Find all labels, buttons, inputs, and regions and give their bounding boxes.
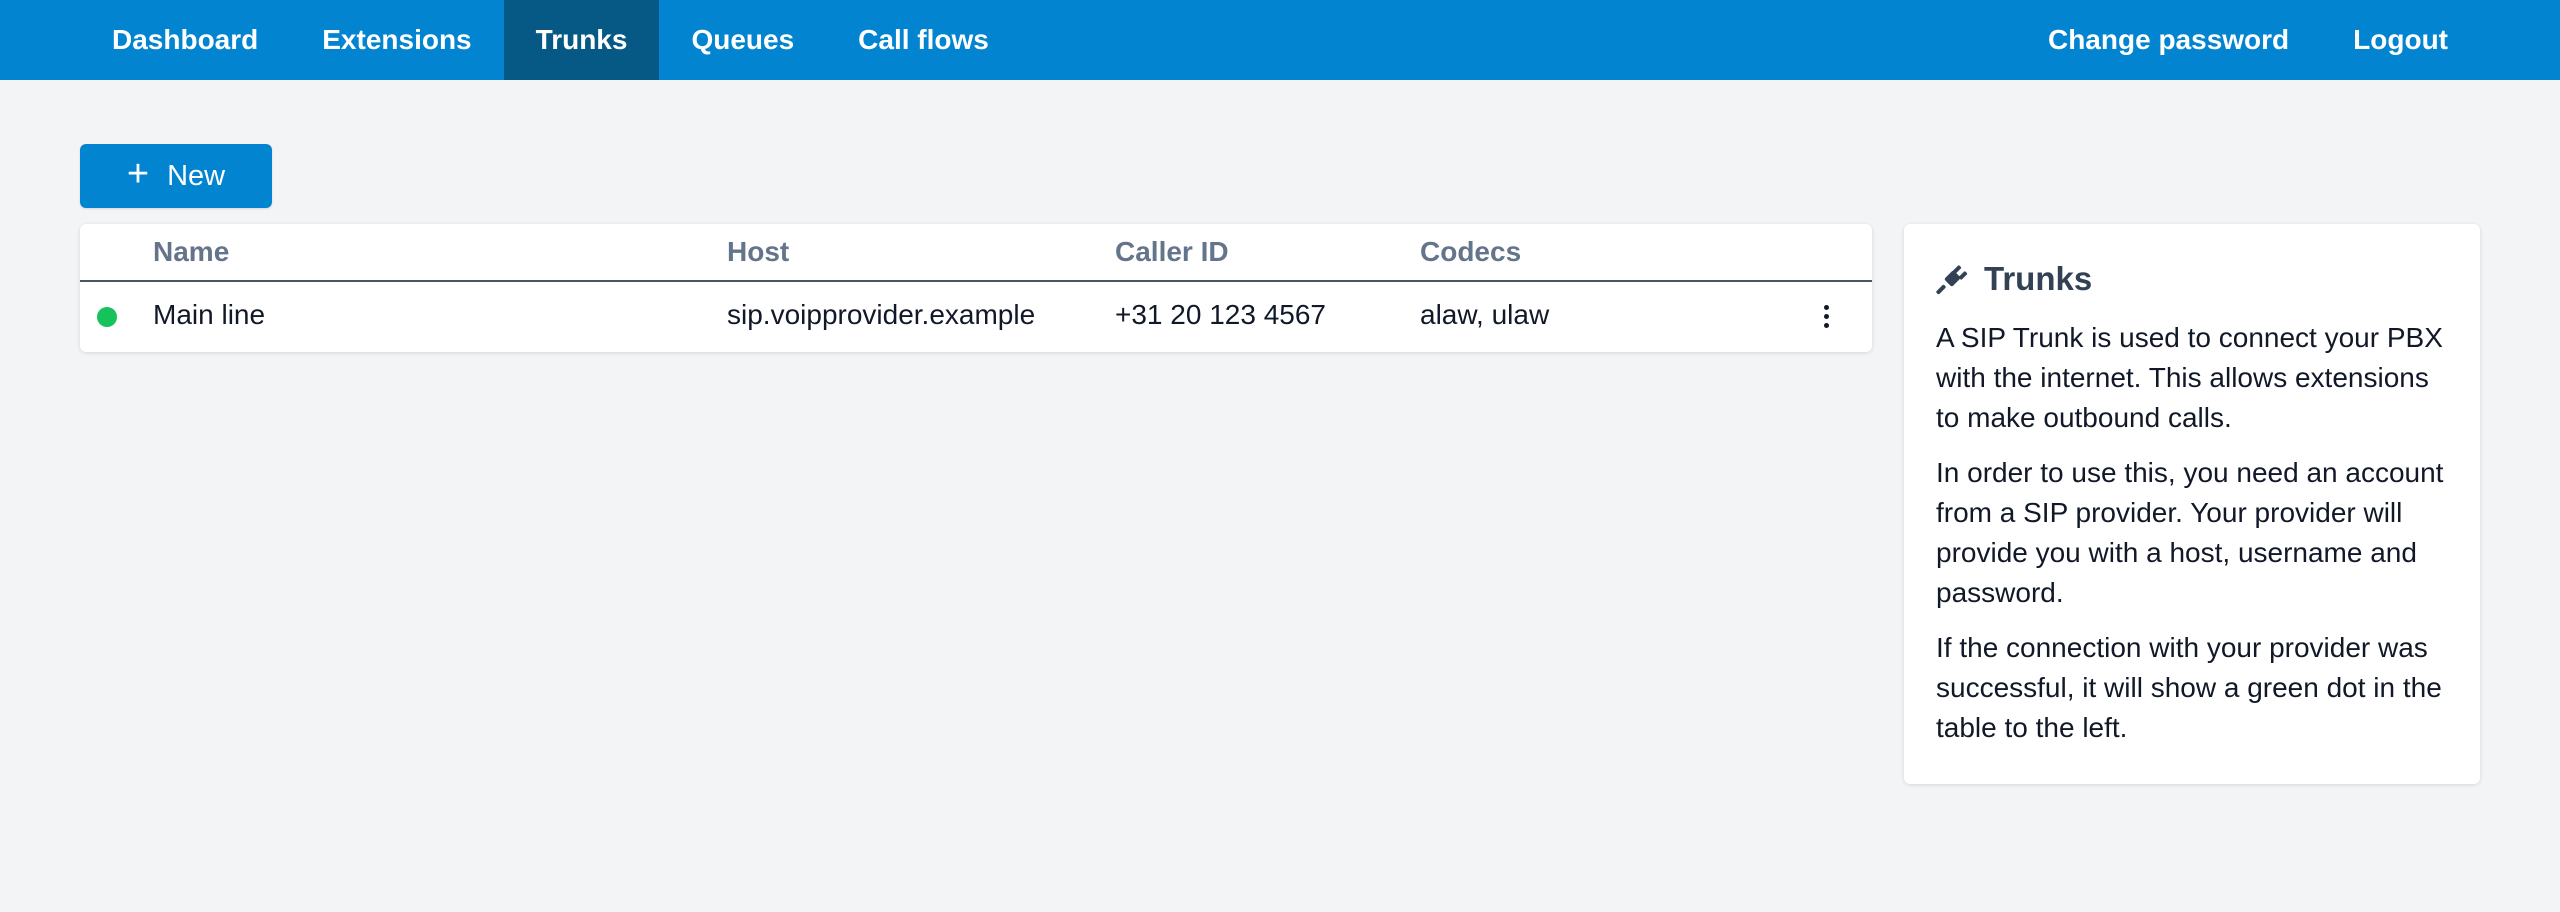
top-navigation: Dashboard Extensions Trunks Queues Call …	[0, 0, 2560, 80]
new-trunk-button[interactable]: + New	[80, 144, 272, 208]
nav-item-trunks[interactable]: Trunks	[503, 0, 660, 80]
nav-item-change-password[interactable]: Change password	[2016, 0, 2321, 80]
column-header-codecs[interactable]: Codecs	[1420, 236, 1521, 268]
nav-item-extensions[interactable]: Extensions	[290, 0, 503, 80]
info-paragraph: A SIP Trunk is used to connect your PBX …	[1936, 322, 2443, 433]
trunk-caller-id: +31 20 123 4567	[1115, 299, 1326, 330]
new-button-label: New	[167, 159, 226, 192]
nav-item-call-flows[interactable]: Call flows	[826, 0, 1021, 80]
column-header-host[interactable]: Host	[727, 236, 789, 268]
nav-item-logout[interactable]: Logout	[2321, 0, 2480, 80]
plug-icon	[1936, 265, 1968, 295]
nav-item-queues[interactable]: Queues	[659, 0, 826, 80]
trunk-host: sip.voipprovider.example	[727, 299, 1036, 330]
info-paragraph: If the connection with your provider was…	[1936, 632, 2442, 743]
column-header-name[interactable]: Name	[153, 236, 229, 268]
trunk-codecs: alaw, ulaw	[1420, 299, 1550, 330]
nav-item-dashboard[interactable]: Dashboard	[80, 0, 290, 80]
table-header: Name Host Caller ID Codecs	[80, 224, 1872, 282]
info-panel-title: Trunks	[1984, 260, 2093, 297]
nav-main: Dashboard Extensions Trunks Queues Call …	[80, 0, 1021, 80]
column-header-caller-id[interactable]: Caller ID	[1115, 236, 1229, 268]
nav-account: Change password Logout	[2016, 0, 2480, 80]
info-paragraph: In order to use this, you need an accoun…	[1936, 457, 2444, 608]
plus-icon: +	[126, 153, 150, 195]
trunk-name: Main line	[153, 299, 266, 330]
info-panel: Trunks A SIP Trunk is used to connect yo…	[1904, 224, 2480, 784]
row-menu-icon[interactable]	[1814, 298, 1838, 334]
info-panel-header: Trunks	[1936, 260, 2448, 298]
trunks-table: Name Host Caller ID Codecs Main line sip…	[80, 224, 1872, 352]
status-dot-connected	[97, 307, 117, 327]
table-row[interactable]: Main line sip.voipprovider.example +31 2…	[80, 282, 1872, 352]
